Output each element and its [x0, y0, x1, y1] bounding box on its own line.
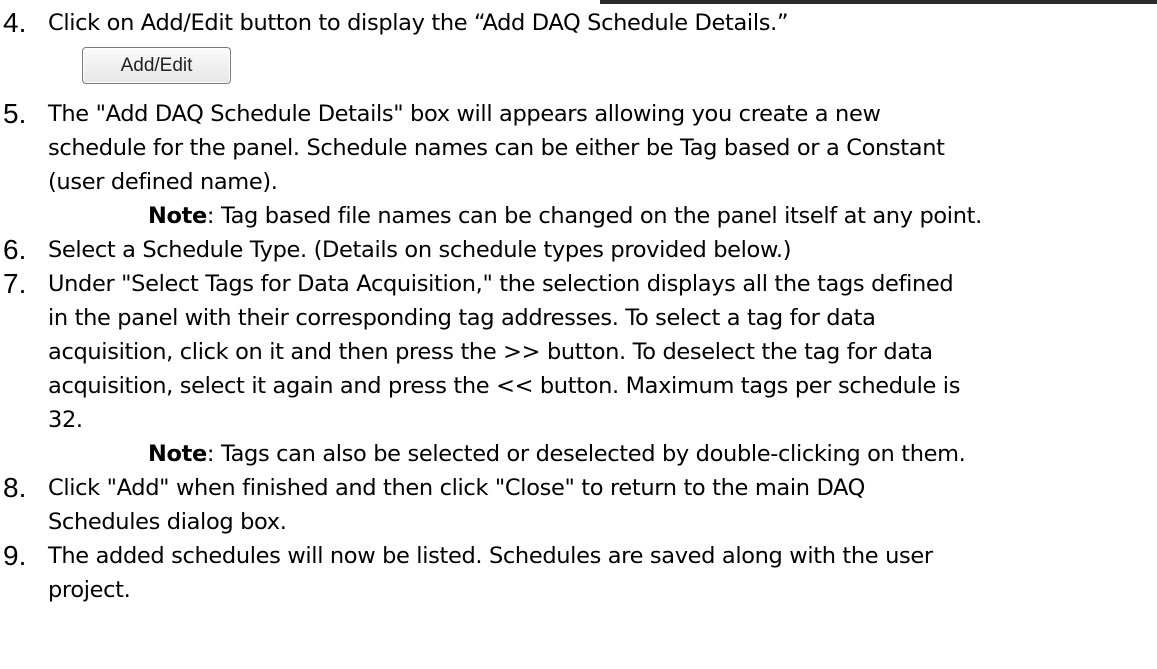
step-text: The added schedules will now be listed. … [48, 539, 1148, 607]
note: Note: Tags can also be selected or desel… [48, 437, 1148, 471]
step-text: Click "Add" when finished and then click… [48, 471, 1148, 539]
text-line: acquisition, click on it and then press … [48, 339, 933, 365]
step-number: 7. [3, 268, 27, 299]
step-text: The "Add DAQ Schedule Details" box will … [48, 97, 1148, 233]
text-line: Select a Schedule Type. (Details on sche… [48, 237, 792, 263]
step-number: 9. [3, 540, 27, 571]
note-text: : Tags can also be selected or deselecte… [206, 441, 966, 467]
text-line: Under "Select Tags for Data Acquisition,… [48, 271, 954, 297]
top-border-bar [600, 0, 1157, 4]
step-text: Select a Schedule Type. (Details on sche… [48, 233, 1148, 267]
note-text: : Tag based file names can be changed on… [206, 203, 982, 229]
text-line: schedule for the panel. Schedule names c… [48, 135, 945, 161]
text-line: Schedules dialog box. [48, 509, 287, 535]
text-line: The added schedules will now be listed. … [48, 543, 933, 569]
note: Note: Tag based file names can be change… [48, 199, 1148, 233]
step-text: Click on Add/Edit button to display the … [48, 6, 1148, 40]
step-text: Under "Select Tags for Data Acquisition,… [48, 267, 1148, 471]
text-line: (user defined name). [48, 169, 278, 195]
note-label: Note [148, 203, 207, 229]
text-line: The "Add DAQ Schedule Details" box will … [48, 101, 881, 127]
text-line: Click on Add/Edit button to display the … [48, 10, 789, 36]
text-line: project. [48, 577, 131, 603]
step-number: 5. [3, 98, 27, 129]
add-edit-button[interactable]: Add/Edit [82, 47, 231, 84]
text-line: acquisition, select it again and press t… [48, 373, 961, 399]
step-number: 8. [3, 472, 27, 503]
step-number: 4. [3, 7, 27, 38]
text-line: in the panel with their corresponding ta… [48, 305, 876, 331]
step-number: 6. [3, 234, 27, 265]
note-label: Note [148, 441, 207, 467]
text-line: 32. [48, 407, 83, 433]
text-line: Click "Add" when finished and then click… [48, 475, 866, 501]
